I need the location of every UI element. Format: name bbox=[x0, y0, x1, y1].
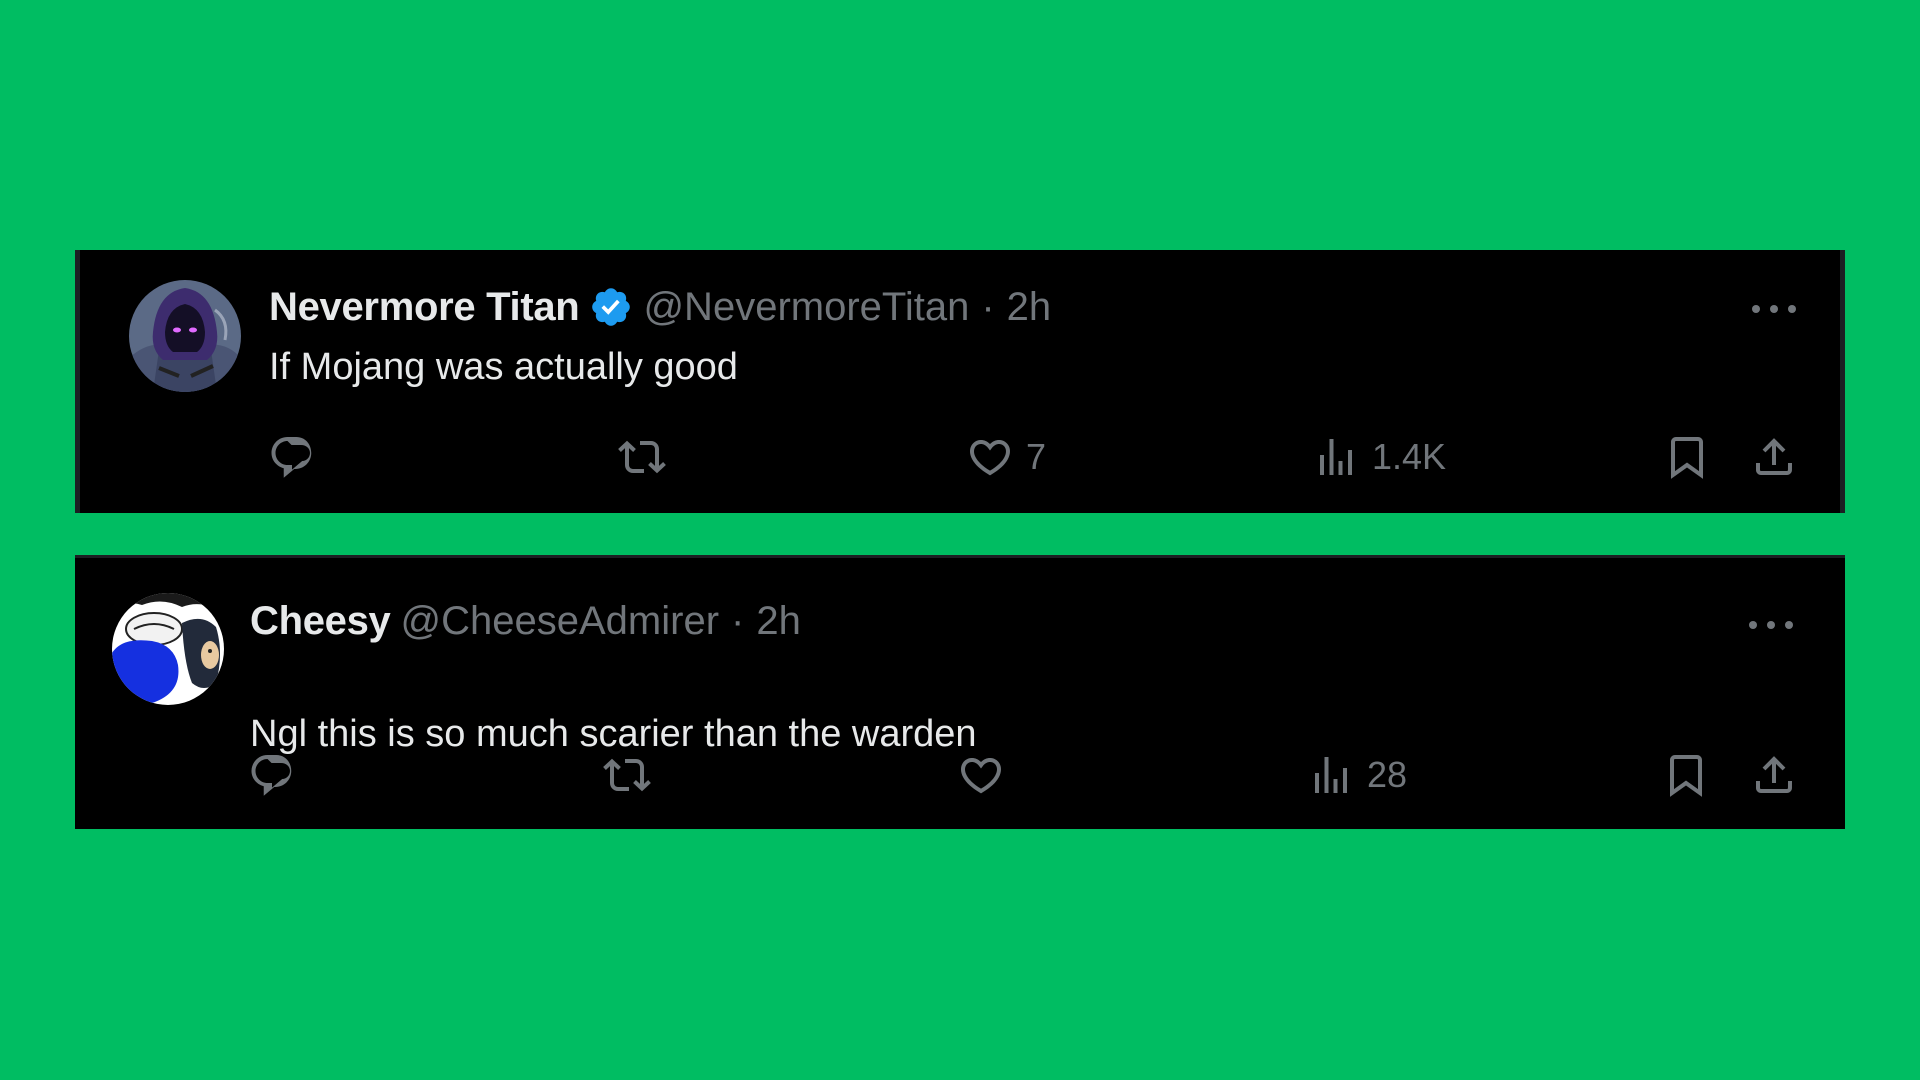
analytics-icon bbox=[1320, 439, 1352, 475]
share-icon bbox=[1756, 438, 1792, 475]
user-handle[interactable]: @NevermoreTitan bbox=[643, 285, 969, 330]
reply-button[interactable] bbox=[248, 751, 308, 799]
tweet-text: If Mojang was actually good bbox=[269, 346, 738, 388]
dot-icon bbox=[1785, 621, 1793, 629]
tweet-card[interactable]: Cheesy @CheeseAdmirer · 2h Ngl this is s… bbox=[75, 555, 1845, 829]
dot-icon bbox=[1749, 621, 1757, 629]
retweet-button[interactable] bbox=[603, 751, 663, 799]
retweet-button[interactable] bbox=[618, 433, 678, 481]
share-button[interactable] bbox=[1750, 751, 1798, 799]
share-icon bbox=[1756, 756, 1792, 793]
bookmark-icon bbox=[1671, 437, 1703, 479]
dot-icon bbox=[1752, 305, 1760, 313]
views-button[interactable]: 28 bbox=[1307, 751, 1407, 799]
analytics-icon bbox=[1315, 757, 1347, 793]
reply-button[interactable] bbox=[268, 433, 328, 481]
bookmark-icon bbox=[1670, 755, 1702, 797]
display-name[interactable]: Cheesy bbox=[250, 599, 391, 644]
dot-icon bbox=[1770, 305, 1778, 313]
timestamp[interactable]: 2h bbox=[1007, 285, 1052, 330]
cartoon-character-avatar-icon bbox=[112, 593, 224, 705]
tweet-card[interactable]: Nevermore Titan @NevermoreTitan · 2h If … bbox=[75, 250, 1845, 513]
like-count: 7 bbox=[1026, 436, 1047, 477]
avatar[interactable] bbox=[129, 280, 241, 392]
verified-badge-icon bbox=[589, 285, 633, 329]
heart-icon bbox=[960, 758, 1002, 794]
reply-icon bbox=[251, 755, 292, 796]
separator-dot: · bbox=[731, 598, 745, 643]
share-button[interactable] bbox=[1750, 433, 1798, 481]
timestamp[interactable]: 2h bbox=[756, 599, 801, 644]
views-button[interactable]: 1.4K bbox=[1312, 433, 1446, 481]
bookmark-button[interactable] bbox=[1662, 751, 1710, 799]
dot-icon bbox=[1767, 621, 1775, 629]
like-button[interactable]: 7 bbox=[966, 433, 1046, 481]
dot-icon bbox=[1788, 305, 1796, 313]
retweet-icon bbox=[618, 440, 666, 474]
hooded-character-avatar-icon bbox=[129, 280, 241, 392]
reply-icon bbox=[271, 437, 312, 478]
more-options-button[interactable] bbox=[1752, 299, 1796, 319]
user-handle[interactable]: @CheeseAdmirer bbox=[401, 599, 720, 644]
views-count: 28 bbox=[1367, 754, 1408, 795]
heart-icon bbox=[969, 440, 1011, 476]
bookmark-button[interactable] bbox=[1663, 433, 1711, 481]
retweet-icon bbox=[603, 758, 651, 792]
tweet-header: Cheesy @CheeseAdmirer · 2h bbox=[250, 596, 801, 646]
like-button[interactable] bbox=[957, 751, 1017, 799]
tweet-text: Ngl this is so much scarier than the war… bbox=[250, 713, 977, 755]
avatar[interactable] bbox=[112, 593, 224, 705]
more-options-button[interactable] bbox=[1749, 615, 1793, 635]
display-name[interactable]: Nevermore Titan bbox=[269, 285, 580, 330]
tweet-header: Nevermore Titan @NevermoreTitan · 2h bbox=[269, 282, 1051, 332]
views-count: 1.4K bbox=[1372, 436, 1447, 477]
separator-dot: · bbox=[981, 284, 995, 329]
